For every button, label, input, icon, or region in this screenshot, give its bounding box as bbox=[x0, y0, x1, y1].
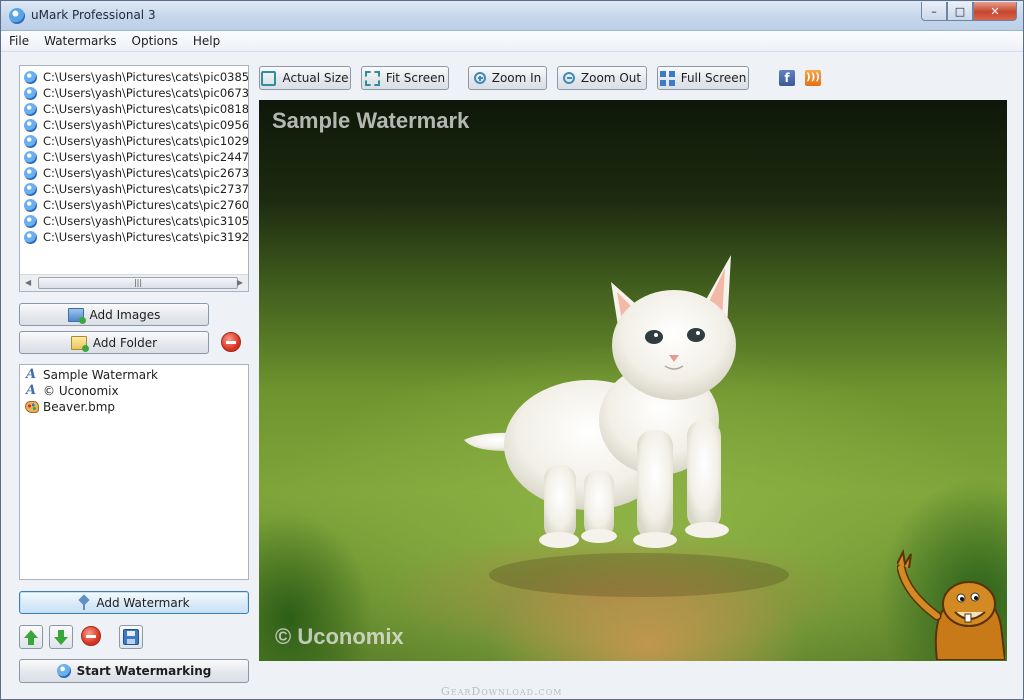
zoom-out-button[interactable]: Zoom Out bbox=[557, 66, 647, 90]
floppy-disk-icon bbox=[123, 629, 139, 645]
list-item[interactable]: A © Uconomix bbox=[20, 383, 248, 399]
text-a-icon: A bbox=[26, 383, 37, 398]
start-watermarking-button[interactable]: Start Watermarking bbox=[19, 659, 249, 683]
image-file-icon bbox=[24, 183, 37, 196]
menu-help[interactable]: Help bbox=[185, 31, 227, 51]
image-file-icon bbox=[24, 103, 37, 116]
text-a-icon: A bbox=[26, 367, 37, 382]
list-item[interactable]: Beaver.bmp bbox=[20, 399, 248, 415]
list-item[interactable]: C:\Users\yash\Pictures\cats\pic10293.jpg bbox=[20, 133, 248, 149]
image-file-icon bbox=[24, 199, 37, 212]
list-item[interactable]: A Sample Watermark bbox=[20, 367, 248, 383]
add-image-icon bbox=[67, 307, 86, 324]
site-watermark: GearDownload.com bbox=[441, 685, 563, 698]
fit-screen-button[interactable]: Fit Screen bbox=[361, 66, 449, 90]
image-file-icon bbox=[24, 231, 37, 244]
image-file-icon bbox=[24, 71, 37, 84]
menu-bar: File Watermarks Options Help bbox=[1, 31, 1023, 52]
image-file-icon bbox=[24, 215, 37, 228]
umark-app-icon bbox=[9, 8, 25, 24]
image-file-icon bbox=[24, 87, 37, 100]
beaver-logo bbox=[897, 548, 1005, 660]
remove-images-button[interactable] bbox=[221, 332, 241, 352]
arrow-up-icon bbox=[24, 630, 38, 645]
list-item[interactable]: C:\Users\yash\Pictures\cats\pic31920.jpg bbox=[20, 229, 248, 245]
zoom-in-icon bbox=[473, 72, 486, 84]
image-file-icon bbox=[24, 167, 37, 180]
fit-screen-icon bbox=[364, 70, 380, 86]
list-item[interactable]: C:\Users\yash\Pictures\cats\pic27606.jpg bbox=[20, 197, 248, 213]
app-window: uMark Professional 3 – □ ✕ File Watermar… bbox=[0, 0, 1024, 700]
full-screen-icon bbox=[659, 70, 675, 86]
horizontal-scrollbar[interactable]: ◀ ||| ▶ bbox=[20, 274, 248, 291]
kitten-photo bbox=[464, 255, 789, 597]
list-item[interactable]: C:\Users\yash\Pictures\cats\pic24474.jpg bbox=[20, 149, 248, 165]
add-images-button[interactable]: Add Images bbox=[19, 303, 209, 326]
menu-file[interactable]: File bbox=[1, 31, 36, 51]
zoom-out-icon bbox=[562, 72, 575, 84]
preview-watermark-text: Sample Watermark bbox=[272, 108, 470, 133]
add-folder-icon bbox=[70, 335, 89, 352]
palette-icon bbox=[25, 401, 39, 413]
scroll-left-icon[interactable]: ◀ bbox=[25, 278, 31, 287]
list-item[interactable]: C:\Users\yash\Pictures\cats\pic26737.jpg bbox=[20, 165, 248, 181]
zoom-in-button[interactable]: Zoom In bbox=[468, 66, 547, 90]
list-item[interactable]: C:\Users\yash\Pictures\cats\pic08184.jpg bbox=[20, 101, 248, 117]
list-item[interactable]: C:\Users\yash\Pictures\cats\pic06734.jpg bbox=[20, 85, 248, 101]
list-item[interactable]: C:\Users\yash\Pictures\cats\pic09561.jpg bbox=[20, 117, 248, 133]
scrollbar-thumb[interactable]: ||| bbox=[38, 277, 238, 289]
list-item[interactable]: C:\Users\yash\Pictures\cats\pic03855.jpg bbox=[20, 69, 248, 85]
rss-icon[interactable]: ))) bbox=[805, 70, 821, 86]
actual-size-button[interactable]: Actual Size bbox=[259, 66, 351, 90]
add-watermark-button[interactable]: Add Watermark bbox=[19, 591, 249, 614]
image-file-icon bbox=[24, 119, 37, 132]
image-file-icon bbox=[24, 151, 37, 164]
full-screen-button[interactable]: Full Screen bbox=[657, 66, 749, 90]
maximize-button[interactable]: □ bbox=[947, 2, 973, 21]
preview-copyright-text: © Uconomix bbox=[275, 624, 404, 649]
add-folder-button[interactable]: Add Folder bbox=[19, 331, 209, 354]
remove-watermark-button[interactable] bbox=[81, 626, 101, 646]
list-item[interactable]: C:\Users\yash\Pictures\cats\pic31056.jpg bbox=[20, 213, 248, 229]
image-preview: Sample Watermark © Uconomix bbox=[259, 100, 1007, 661]
maximize-icon: □ bbox=[954, 4, 966, 18]
image-file-icon bbox=[24, 135, 37, 148]
window-title: uMark Professional 3 bbox=[31, 8, 156, 22]
pin-icon bbox=[78, 596, 90, 610]
menu-options[interactable]: Options bbox=[124, 31, 185, 51]
move-down-button[interactable] bbox=[49, 625, 73, 649]
list-item[interactable]: C:\Users\yash\Pictures\cats\pic27372.jpg bbox=[20, 181, 248, 197]
watermark-list[interactable]: A Sample Watermark A © Uconomix Beaver.b… bbox=[19, 364, 249, 580]
actual-size-icon bbox=[261, 70, 277, 86]
minimize-button[interactable]: – bbox=[921, 2, 947, 21]
menu-watermarks[interactable]: Watermarks bbox=[36, 31, 123, 51]
title-bar[interactable]: uMark Professional 3 – □ ✕ bbox=[1, 1, 1023, 31]
image-file-list[interactable]: C:\Users\yash\Pictures\cats\pic03855.jpg… bbox=[19, 65, 249, 292]
save-button[interactable] bbox=[119, 625, 143, 649]
close-icon: ✕ bbox=[990, 4, 1000, 18]
facebook-icon[interactable]: f bbox=[779, 70, 795, 86]
move-up-button[interactable] bbox=[19, 625, 43, 649]
start-icon bbox=[56, 664, 71, 678]
arrow-down-icon bbox=[54, 630, 68, 645]
close-button[interactable]: ✕ bbox=[973, 2, 1017, 21]
scroll-right-icon[interactable]: ▶ bbox=[237, 278, 243, 287]
window-controls: – □ ✕ bbox=[921, 2, 1017, 22]
minimize-icon: – bbox=[931, 4, 937, 18]
